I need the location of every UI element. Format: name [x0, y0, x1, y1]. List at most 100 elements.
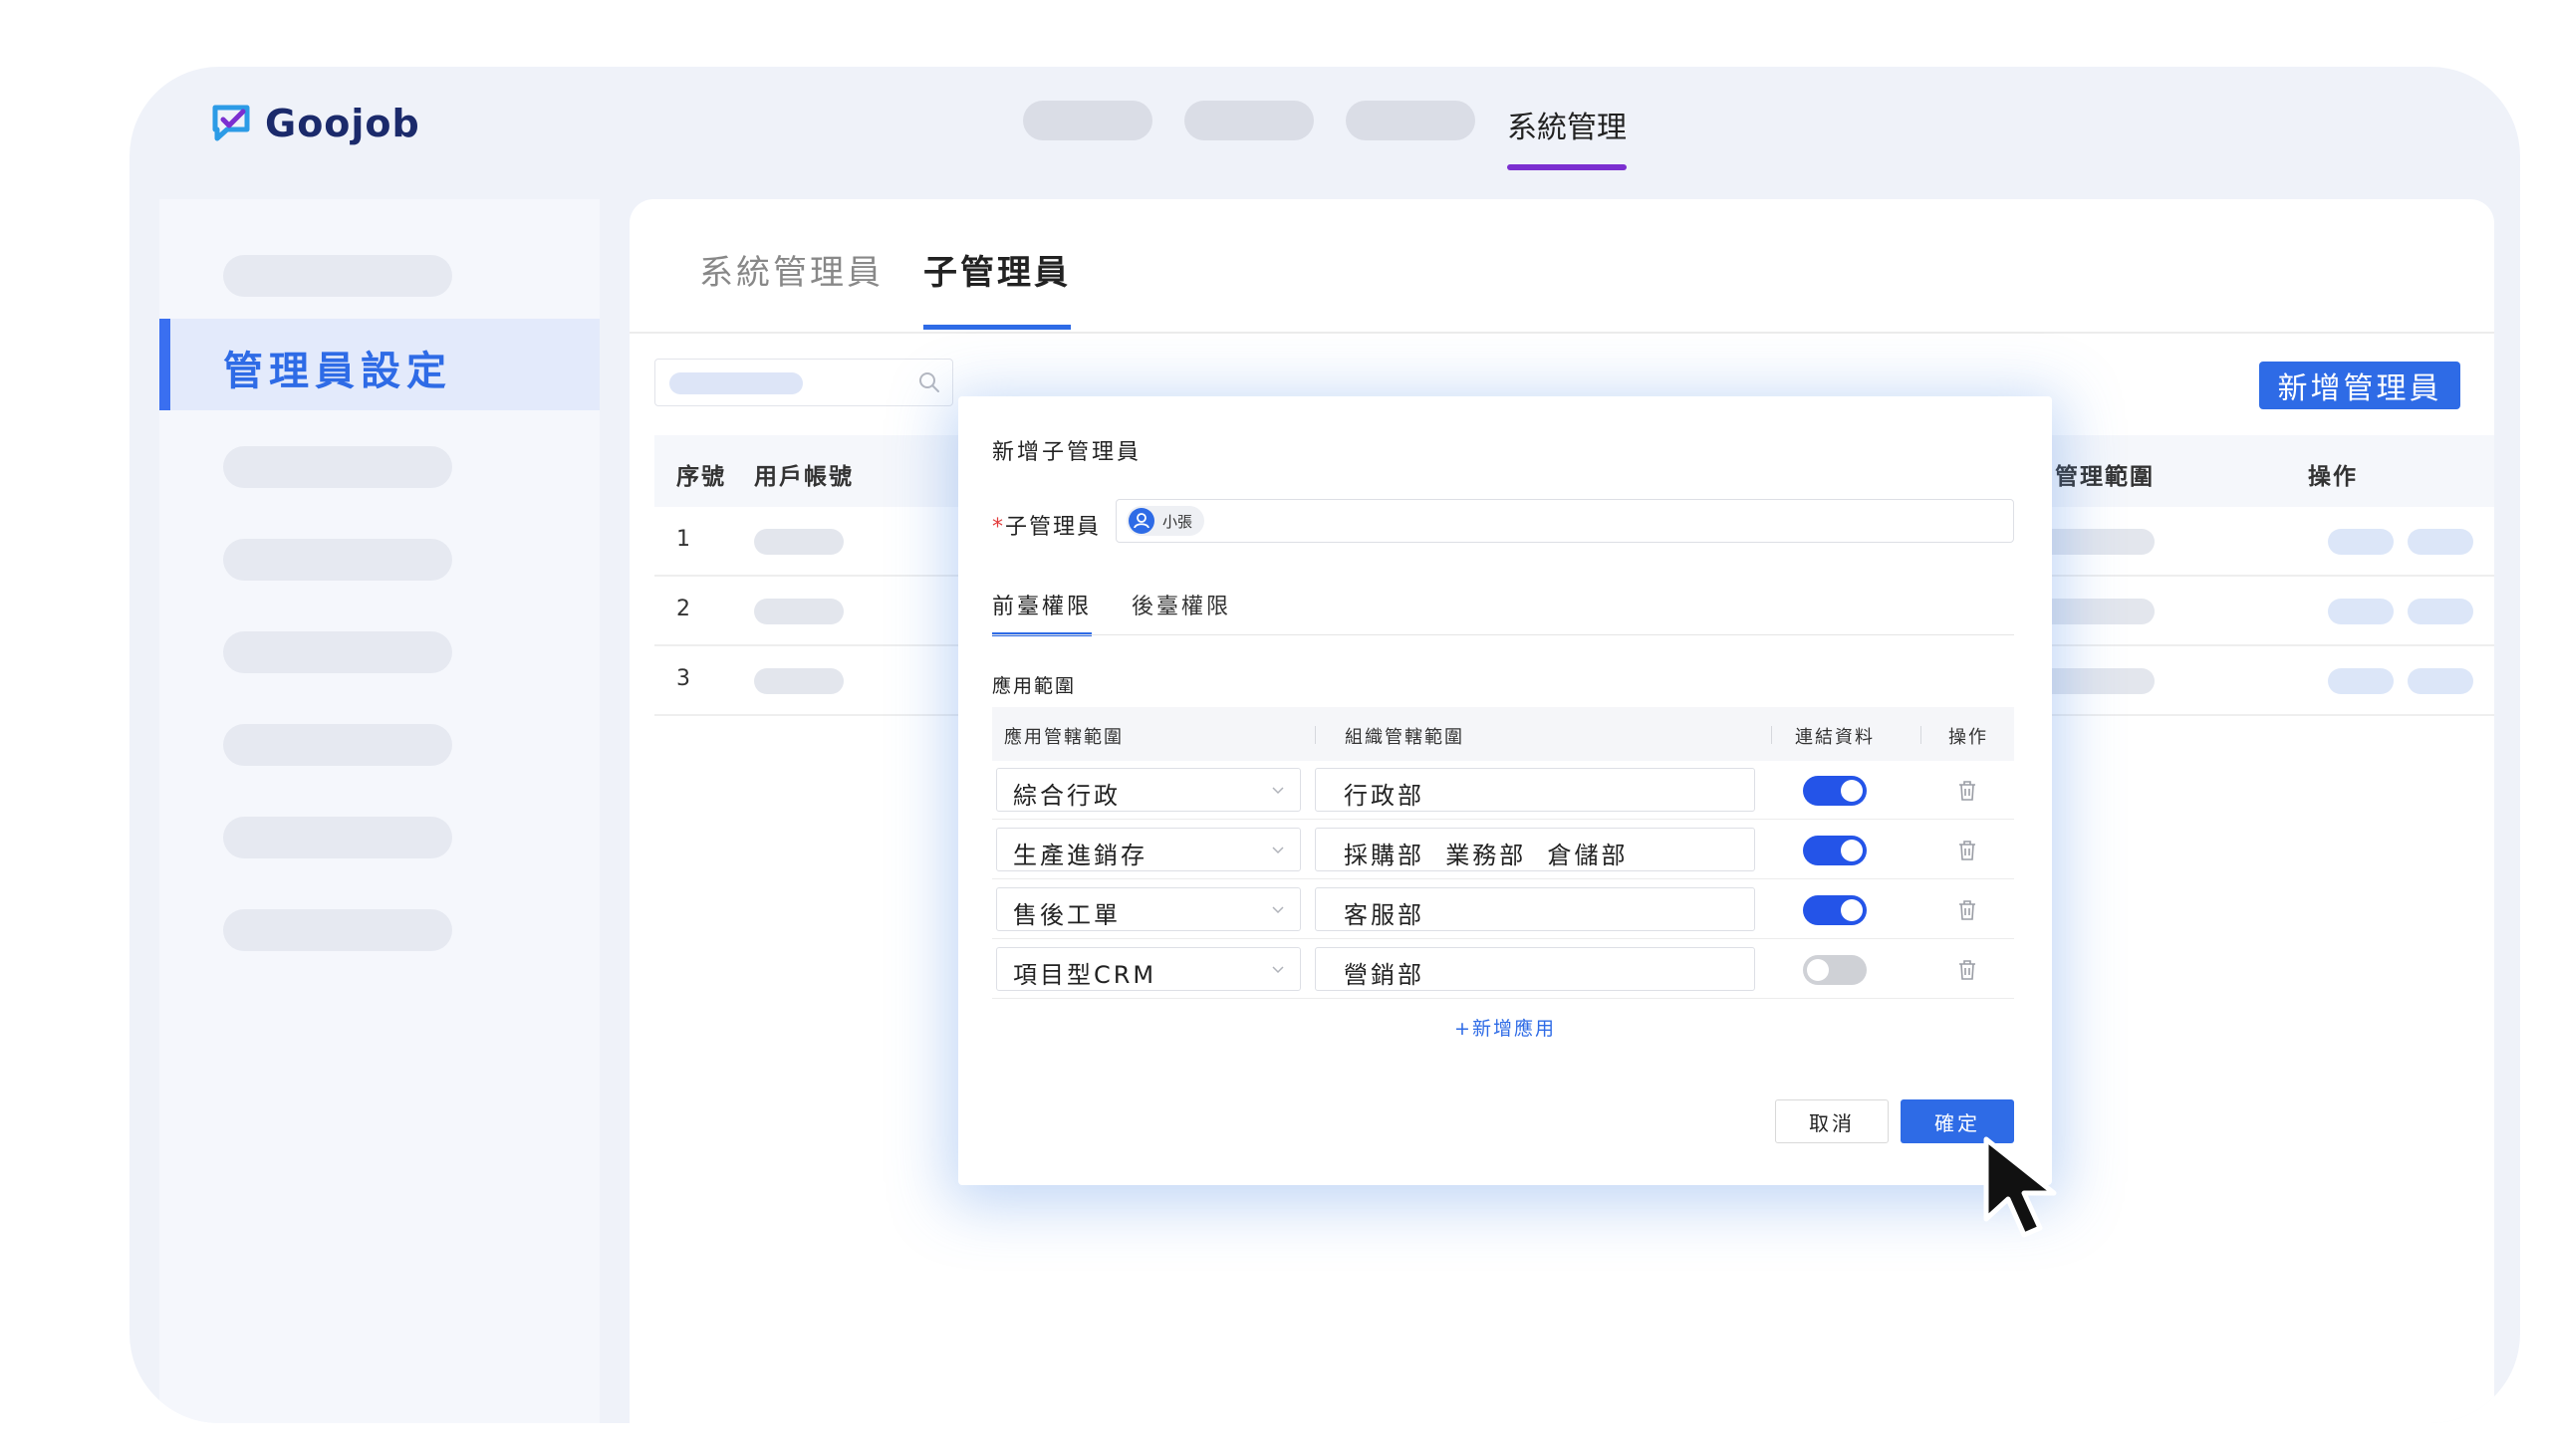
selected-user-name: 小張: [1162, 512, 1193, 531]
column-header-org-scope: 組織管轄範圍: [1345, 727, 1464, 748]
permission-row: 綜合行政 行政部: [992, 761, 2014, 820]
search-icon[interactable]: [918, 371, 940, 393]
sidebar-item-label: 管理員設定: [223, 349, 452, 394]
link-data-toggle[interactable]: [1803, 836, 1867, 865]
selected-user-chip[interactable]: 小張: [1127, 506, 1205, 536]
action-placeholder[interactable]: [2408, 529, 2473, 555]
org-scope-value: 行政部: [1344, 782, 1424, 810]
required-mark: *: [992, 515, 1005, 540]
app-scope-value: 綜合行政: [1013, 782, 1121, 810]
tab-frontend-permissions[interactable]: 前臺權限: [992, 589, 1093, 636]
chevron-down-icon: [1272, 966, 1284, 974]
sidebar-item-placeholder[interactable]: [223, 255, 452, 297]
org-scope-field[interactable]: 行政部: [1315, 768, 1755, 812]
permission-tabs-divider: [992, 634, 2014, 635]
cancel-button[interactable]: 取消: [1775, 1099, 1889, 1143]
action-placeholder[interactable]: [2408, 599, 2473, 624]
action-placeholder[interactable]: [2328, 668, 2394, 694]
nav-item-placeholder[interactable]: [1346, 101, 1475, 140]
search-placeholder: [669, 372, 803, 394]
sidebar-item-placeholder[interactable]: [223, 909, 452, 951]
sidebar-item-placeholder[interactable]: [223, 817, 452, 858]
brand-name: Goojob: [265, 102, 420, 145]
column-header-account: 用戶帳號: [754, 464, 854, 490]
trash-icon[interactable]: [1956, 898, 1978, 922]
row-index: 3: [676, 666, 690, 691]
section-title: 應用範圍: [992, 675, 1077, 697]
permission-table-header: 應用管轄範圍 組織管轄範圍 連結資料 操作: [992, 707, 2014, 761]
app-scope-value: 項目型CRM: [1013, 961, 1157, 989]
org-scope-field[interactable]: 營銷部: [1315, 947, 1755, 991]
sidebar-item-placeholder[interactable]: [223, 446, 452, 488]
column-header-index: 序號: [676, 464, 726, 490]
chevron-down-icon: [1272, 906, 1284, 914]
column-header-actions: 操作: [2308, 464, 2358, 490]
trash-icon[interactable]: [1956, 958, 1978, 982]
column-header-scope: 管理範圍: [2055, 464, 2155, 490]
toggle-knob: [1807, 959, 1829, 981]
tabs-divider: [630, 332, 2494, 334]
sidebar-item-placeholder[interactable]: [223, 631, 452, 673]
user-avatar-icon: [1129, 508, 1154, 534]
tab-backend-permissions[interactable]: 後臺權限: [1132, 589, 1231, 636]
org-scope-value: 客服部: [1344, 901, 1424, 929]
permission-row: 項目型CRM 營銷部: [992, 940, 2014, 999]
column-separator: [1920, 726, 1921, 744]
sidebar-item-placeholder[interactable]: [223, 724, 452, 766]
logo: Goojob: [209, 99, 420, 148]
account-placeholder: [754, 668, 844, 694]
app-scope-select[interactable]: 售後工單: [996, 887, 1301, 931]
add-admin-button[interactable]: 新增管理員: [2259, 362, 2460, 409]
top-navigation: 系統管理: [1023, 101, 1627, 170]
tab-system-admins[interactable]: 系統管理員: [699, 245, 884, 330]
trash-icon[interactable]: [1956, 839, 1978, 862]
action-placeholder[interactable]: [2328, 529, 2394, 555]
org-scope-value: 營銷部: [1344, 961, 1424, 989]
action-placeholder[interactable]: [2408, 668, 2473, 694]
action-placeholder[interactable]: [2328, 599, 2394, 624]
app-scope-value: 生產進銷存: [1013, 842, 1148, 869]
nav-item-placeholder[interactable]: [1023, 101, 1152, 140]
app-scope-select[interactable]: 綜合行政: [996, 768, 1301, 812]
app-scope-select[interactable]: 項目型CRM: [996, 947, 1301, 991]
row-index: 1: [676, 527, 690, 552]
search-input[interactable]: [654, 359, 953, 406]
permission-row: 售後工單 客服部: [992, 880, 2014, 939]
app-scope-value: 售後工單: [1013, 901, 1121, 929]
row-index: 2: [676, 597, 690, 621]
toggle-knob: [1841, 780, 1863, 802]
link-data-toggle[interactable]: [1803, 776, 1867, 806]
nav-item-placeholder[interactable]: [1184, 101, 1314, 140]
sub-admin-user-field[interactable]: 小張: [1116, 499, 2014, 543]
org-scope-field[interactable]: 客服部: [1315, 887, 1755, 931]
trash-icon[interactable]: [1956, 779, 1978, 803]
org-scope-field[interactable]: 採購部 業務部 倉儲部: [1315, 828, 1755, 871]
app-scope-select[interactable]: 生產進銷存: [996, 828, 1301, 871]
permission-tabs: 前臺權限 後臺權限: [992, 589, 1271, 636]
sidebar-item-placeholder[interactable]: [223, 539, 452, 581]
field-label-text: 子管理員: [1005, 515, 1102, 540]
sub-admin-field-label: *子管理員: [992, 509, 1101, 541]
tab-sub-admins[interactable]: 子管理員: [923, 245, 1071, 330]
column-separator: [1771, 726, 1772, 744]
column-header-link-data: 連結資料: [1795, 727, 1875, 748]
add-application-link[interactable]: +新增應用: [958, 1014, 2052, 1041]
add-sub-admin-dialog: 新增子管理員 *子管理員 小張 前臺權限 後臺權限 應用範圍 應用管轄範圍 組織…: [958, 396, 2052, 1185]
toggle-knob: [1841, 840, 1863, 861]
admin-tabs: 系統管理員 子管理員: [699, 245, 1111, 330]
chevron-down-icon: [1272, 847, 1284, 854]
sidebar-item-admin-settings[interactable]: 管理員設定: [159, 319, 600, 410]
permission-row: 生產進銷存 採購部 業務部 倉儲部: [992, 821, 2014, 879]
mouse-pointer-icon: [1983, 1136, 2057, 1238]
account-placeholder: [754, 529, 844, 555]
column-header-actions: 操作: [1948, 727, 1988, 748]
link-data-toggle[interactable]: [1803, 895, 1867, 925]
link-data-toggle[interactable]: [1803, 955, 1867, 985]
account-placeholder: [754, 599, 844, 624]
dialog-title: 新增子管理員: [992, 440, 1143, 465]
toggle-knob: [1841, 899, 1863, 921]
nav-item-system-management[interactable]: 系統管理: [1507, 101, 1627, 170]
column-header-app-scope: 應用管轄範圍: [1004, 727, 1124, 748]
org-scope-value: 採購部 業務部 倉儲部: [1344, 842, 1629, 869]
user-icon: [1134, 513, 1149, 529]
